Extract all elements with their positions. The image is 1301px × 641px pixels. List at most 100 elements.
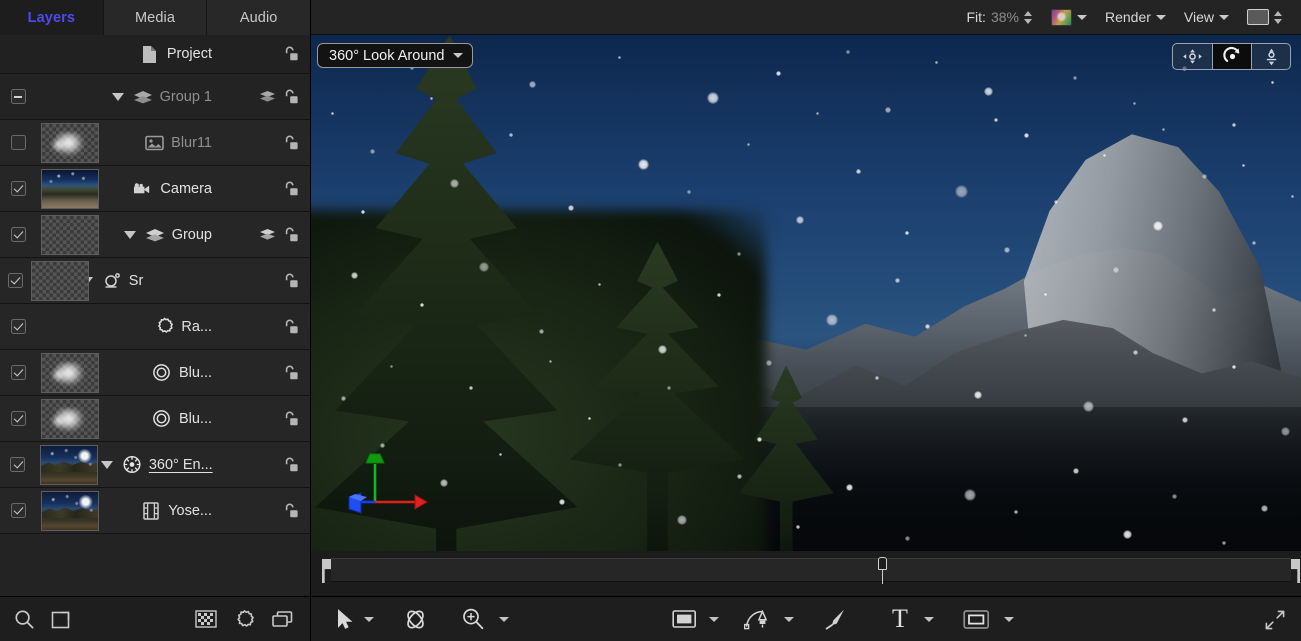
fit-zoom-control[interactable]: Fit: 38%	[958, 0, 1042, 35]
layer-thumbnail	[41, 399, 99, 439]
camera-view-label: 360° Look Around	[329, 48, 444, 64]
mask-tool-icon[interactable]	[959, 597, 994, 641]
layer-row-project[interactable]: Project	[0, 35, 310, 74]
disclosure-triangle-icon[interactable]	[112, 93, 124, 101]
visibility-cell[interactable]	[0, 273, 31, 288]
dolly-3d-icon[interactable]	[1251, 44, 1290, 69]
layer-row-yosemite-clip[interactable]: Yose...	[0, 488, 310, 534]
visibility-cell[interactable]	[0, 89, 36, 104]
layer-row-radial-filter[interactable]: Ra...	[0, 304, 310, 350]
visibility-checkbox[interactable]	[8, 273, 23, 288]
visibility-cell[interactable]	[0, 411, 36, 426]
unlocked-icon[interactable]	[282, 46, 299, 62]
new-group-icon[interactable]	[43, 597, 81, 641]
mask-tool-chevron-down-icon[interactable]	[1004, 617, 1014, 622]
layer-row-blur-filter-1[interactable]: Blu...	[0, 350, 310, 396]
layer-row-group[interactable]: Group	[0, 212, 310, 258]
layer-row-blur11[interactable]: Blur11	[0, 120, 310, 166]
unlocked-icon[interactable]	[282, 89, 299, 105]
unlocked-icon[interactable]	[282, 457, 299, 473]
visibility-checkbox[interactable]	[11, 411, 26, 426]
canvas-toolbar: Fit: 38% Render View	[311, 0, 1301, 35]
select-tool-chevron-down-icon[interactable]	[364, 617, 374, 622]
shape-tool-chevron-down-icon[interactable]	[709, 617, 719, 622]
3d-transform-tool-icon[interactable]	[399, 597, 432, 641]
visibility-checkbox[interactable]	[10, 457, 25, 472]
visibility-checkbox[interactable]	[11, 319, 26, 334]
viewer-canvas[interactable]: 360° Look Around	[311, 35, 1301, 551]
visibility-checkbox[interactable]	[11, 227, 26, 242]
row-controls	[254, 181, 310, 197]
color-channels-menu[interactable]	[1042, 0, 1096, 35]
play-in-marker[interactable]	[322, 559, 331, 583]
gear-icon[interactable]	[225, 597, 263, 641]
unlocked-icon[interactable]	[282, 181, 299, 197]
tab-audio[interactable]: Audio	[207, 0, 310, 35]
playhead[interactable]	[878, 557, 887, 584]
row-controls	[255, 457, 310, 473]
visibility-cell[interactable]	[0, 181, 36, 196]
visibility-cell[interactable]	[0, 319, 36, 334]
select-tool-icon[interactable]	[333, 597, 357, 641]
canvas-background-control[interactable]	[1238, 0, 1292, 35]
layers-panel-bottom-bar	[0, 596, 310, 641]
duplicate-layers-icon[interactable]	[263, 597, 301, 641]
unlocked-icon[interactable]	[282, 503, 299, 519]
mini-timeline[interactable]	[311, 551, 1301, 596]
unlocked-icon[interactable]	[282, 411, 299, 427]
group-layers-icon[interactable]	[259, 228, 276, 242]
layer-row-group-1[interactable]: Group 1	[0, 74, 310, 120]
tab-media[interactable]: Media	[104, 0, 208, 35]
disclosure-triangle-icon[interactable]	[101, 461, 113, 469]
stepper-icon[interactable]	[1274, 10, 1283, 25]
layer-row-camera[interactable]: Camera	[0, 166, 310, 212]
circle-filter-icon	[152, 409, 172, 429]
layer-row-blur-filter-2[interactable]: Blu...	[0, 396, 310, 442]
bezier-pen-tool-chevron-down-icon[interactable]	[784, 617, 794, 622]
bezier-pen-tool-icon[interactable]	[740, 597, 776, 641]
camera-view-popup-menu[interactable]: 360° Look Around	[317, 43, 473, 68]
search-icon[interactable]	[5, 597, 43, 641]
visibility-checkbox[interactable]	[11, 135, 26, 150]
paint-stroke-tool-icon[interactable]	[819, 597, 851, 641]
text-tool-icon[interactable]: T	[888, 597, 912, 641]
visibility-checkbox[interactable]	[11, 181, 26, 196]
visibility-checkbox[interactable]	[11, 89, 26, 104]
orbit-3d-icon[interactable]	[1212, 44, 1251, 69]
stepper-icon[interactable]	[1024, 10, 1033, 25]
shape-tool-icon[interactable]	[668, 597, 701, 641]
visibility-cell[interactable]	[0, 365, 36, 380]
checkerboard-background-icon[interactable]	[187, 597, 225, 641]
chevron-down-icon	[1219, 15, 1229, 20]
layer-list[interactable]: Project Group 1	[0, 35, 310, 596]
disclosure-triangle-icon[interactable]	[124, 231, 136, 239]
layer-row-360-environment[interactable]: 360° En...	[0, 442, 310, 488]
view-menu[interactable]: View	[1175, 0, 1238, 35]
unlocked-icon[interactable]	[282, 365, 299, 381]
unlocked-icon[interactable]	[282, 227, 299, 243]
thumbnail-cell	[36, 491, 104, 531]
zoom-tool-icon[interactable]	[457, 597, 489, 641]
render-menu[interactable]: Render	[1096, 0, 1175, 35]
tab-layers[interactable]: Layers	[0, 0, 104, 35]
visibility-checkbox[interactable]	[11, 365, 26, 380]
panel-tab-bar: Layers Media Audio	[0, 0, 310, 35]
group-layers-icon[interactable]	[259, 90, 276, 104]
expand-fullscreen-icon[interactable]	[1261, 597, 1289, 641]
visibility-cell[interactable]	[0, 135, 36, 150]
visibility-cell[interactable]	[0, 503, 36, 518]
layer-row-sr[interactable]: Sr	[0, 258, 310, 304]
layer-name-cell: Blu...	[104, 409, 254, 429]
pan-3d-icon[interactable]	[1173, 44, 1212, 69]
layers-panel: Layers Media Audio Project	[0, 0, 311, 641]
unlocked-icon[interactable]	[282, 273, 299, 289]
text-tool-chevron-down-icon[interactable]	[924, 617, 934, 622]
unlocked-icon[interactable]	[282, 319, 299, 335]
unlocked-icon[interactable]	[282, 135, 299, 151]
zoom-tool-chevron-down-icon[interactable]	[499, 617, 509, 622]
visibility-cell[interactable]	[0, 457, 35, 472]
timeline-ruler[interactable]	[331, 558, 1291, 582]
visibility-checkbox[interactable]	[11, 503, 26, 518]
visibility-cell[interactable]	[0, 227, 36, 242]
play-out-marker[interactable]	[1291, 559, 1300, 583]
